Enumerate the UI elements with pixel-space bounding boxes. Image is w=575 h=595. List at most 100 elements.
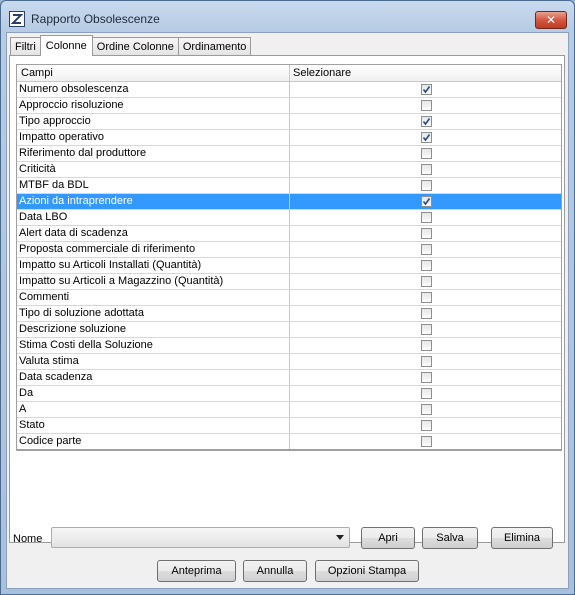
table-row[interactable]: Impatto operativo (17, 130, 561, 146)
checkbox-checked[interactable] (421, 196, 432, 207)
field-name-cell[interactable]: MTBF da BDL (17, 178, 290, 193)
table-row[interactable]: Stima Costi della Soluzione (17, 338, 561, 354)
table-row[interactable]: Proposta commerciale di riferimento (17, 242, 561, 258)
checkbox-checked[interactable] (421, 132, 432, 143)
field-name-cell[interactable]: Impatto su Articoli Installati (Quantità… (17, 258, 290, 273)
field-name-cell[interactable]: Commenti (17, 290, 290, 305)
table-row[interactable]: MTBF da BDL (17, 178, 561, 194)
field-name-cell[interactable]: Codice parte (17, 434, 290, 449)
checkbox-checked[interactable] (421, 84, 432, 95)
opzioni-stampa-button[interactable]: Opzioni Stampa (315, 560, 419, 582)
table-row[interactable]: Riferimento dal produttore (17, 146, 561, 162)
checkbox-unchecked[interactable] (421, 404, 432, 415)
table-row[interactable]: Tipo di soluzione adottata (17, 306, 561, 322)
checkmark-icon (422, 86, 431, 94)
field-name-cell[interactable]: Riferimento dal produttore (17, 146, 290, 161)
field-name-cell[interactable]: Valuta stima (17, 354, 290, 369)
field-name-cell[interactable]: Stima Costi della Soluzione (17, 338, 290, 353)
field-name-cell[interactable]: Azioni da intraprendere (17, 194, 290, 209)
checkbox-unchecked[interactable] (421, 244, 432, 255)
table-row[interactable]: Tipo approccio (17, 114, 561, 130)
field-name-cell[interactable]: A (17, 402, 290, 417)
columns-panel: Campi Selezionare Numero obsolescenza App… (9, 55, 565, 543)
table-row[interactable]: Descrizione soluzione (17, 322, 561, 338)
close-button[interactable]: ✕ (535, 11, 567, 29)
dialog-body: Filtri Colonne Ordine Colonne Ordinament… (6, 32, 569, 589)
checkmark-icon (422, 134, 431, 142)
table-row[interactable]: A (17, 402, 561, 418)
table-row[interactable]: Impatto su Articoli Installati (Quantità… (17, 258, 561, 274)
table-row[interactable]: Data scadenza (17, 370, 561, 386)
chevron-down-icon[interactable] (336, 535, 344, 540)
select-cell (290, 210, 561, 225)
tab-filtri[interactable]: Filtri (10, 37, 41, 55)
table-row[interactable]: Valuta stima (17, 354, 561, 370)
select-cell (290, 226, 561, 241)
table-row[interactable]: Criticità (17, 162, 561, 178)
field-name-cell[interactable]: Tipo di soluzione adottata (17, 306, 290, 321)
table-row[interactable]: Da (17, 386, 561, 402)
checkbox-unchecked[interactable] (421, 260, 432, 271)
table-row[interactable]: Codice parte (17, 434, 561, 450)
header-selezionare[interactable]: Selezionare (290, 65, 561, 81)
checkbox-unchecked[interactable] (421, 388, 432, 399)
checkbox-checked[interactable] (421, 116, 432, 127)
field-name-cell[interactable]: Impatto su Articoli a Magazzino (Quantit… (17, 274, 290, 289)
table-row[interactable]: Alert data di scadenza (17, 226, 561, 242)
tab-strip: Filtri Colonne Ordine Colonne Ordinament… (10, 35, 252, 56)
field-name-cell[interactable]: Tipo approccio (17, 114, 290, 129)
select-cell (290, 82, 561, 97)
table-row[interactable]: Numero obsolescenza (17, 82, 561, 98)
apri-button[interactable]: Apri (361, 527, 415, 549)
field-name-cell[interactable]: Proposta commerciale di riferimento (17, 242, 290, 257)
checkbox-unchecked[interactable] (421, 276, 432, 287)
select-cell (290, 194, 561, 209)
field-name-cell[interactable]: Numero obsolescenza (17, 82, 290, 97)
field-name-cell[interactable]: Impatto operativo (17, 130, 290, 145)
checkbox-unchecked[interactable] (421, 340, 432, 351)
checkbox-unchecked[interactable] (421, 372, 432, 383)
select-cell (290, 354, 561, 369)
checkbox-unchecked[interactable] (421, 100, 432, 111)
title-bar[interactable]: Rapporto Obsolescenze ✕ (1, 1, 574, 33)
table-row[interactable]: Commenti (17, 290, 561, 306)
checkbox-unchecked[interactable] (421, 436, 432, 447)
checkmark-icon (422, 118, 431, 126)
table-row[interactable]: Data LBO (17, 210, 561, 226)
checkbox-unchecked[interactable] (421, 164, 432, 175)
checkbox-unchecked[interactable] (421, 212, 432, 223)
select-cell (290, 322, 561, 337)
tab-ordine-colonne[interactable]: Ordine Colonne (91, 37, 179, 55)
checkbox-unchecked[interactable] (421, 292, 432, 303)
anteprima-button[interactable]: Anteprima (157, 560, 236, 582)
table-row[interactable]: Stato (17, 418, 561, 434)
elimina-button[interactable]: Elimina (491, 527, 553, 549)
checkbox-unchecked[interactable] (421, 420, 432, 431)
checkbox-unchecked[interactable] (421, 356, 432, 367)
select-cell (290, 290, 561, 305)
table-row[interactable]: Azioni da intraprendere (17, 194, 561, 210)
field-name-cell[interactable]: Stato (17, 418, 290, 433)
salva-button[interactable]: Salva (422, 527, 478, 549)
field-name-cell[interactable]: Approccio risoluzione (17, 98, 290, 113)
field-name-cell[interactable]: Data LBO (17, 210, 290, 225)
header-campi[interactable]: Campi (17, 65, 290, 81)
field-name-cell[interactable]: Alert data di scadenza (17, 226, 290, 241)
tab-colonne[interactable]: Colonne (39, 35, 93, 56)
select-cell (290, 146, 561, 161)
select-cell (290, 370, 561, 385)
table-row[interactable]: Approccio risoluzione (17, 98, 561, 114)
checkbox-unchecked[interactable] (421, 308, 432, 319)
table-row[interactable]: Impatto su Articoli a Magazzino (Quantit… (17, 274, 561, 290)
field-name-cell[interactable]: Da (17, 386, 290, 401)
field-name-cell[interactable]: Criticità (17, 162, 290, 177)
annulla-button[interactable]: Annulla (243, 560, 307, 582)
nome-combobox[interactable] (51, 527, 350, 548)
checkbox-unchecked[interactable] (421, 180, 432, 191)
tab-ordinamento[interactable]: Ordinamento (177, 37, 252, 55)
checkbox-unchecked[interactable] (421, 228, 432, 239)
checkbox-unchecked[interactable] (421, 148, 432, 159)
field-name-cell[interactable]: Descrizione soluzione (17, 322, 290, 337)
checkbox-unchecked[interactable] (421, 324, 432, 335)
field-name-cell[interactable]: Data scadenza (17, 370, 290, 385)
